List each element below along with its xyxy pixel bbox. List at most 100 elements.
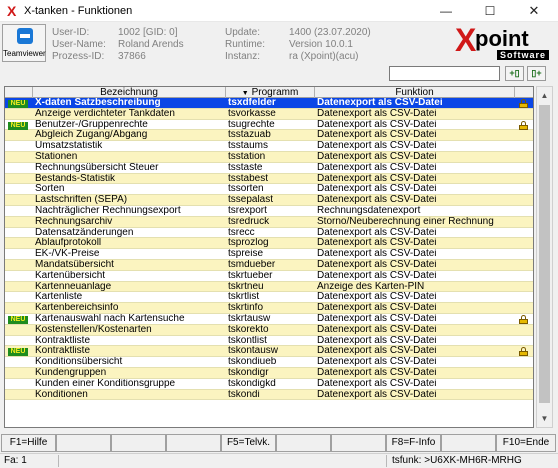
table-row[interactable]: Kartenliste tskrtlist Datenexport als CSV-… [5, 292, 533, 304]
fkey-button-4[interactable] [166, 434, 221, 452]
scroll-up-icon[interactable]: ▲ [537, 87, 552, 104]
fkey-button-10[interactable]: F10=Ende [496, 434, 556, 452]
fkey-button-8[interactable]: F8=F-Info [386, 434, 441, 452]
table-row[interactable]: Kostenstellen/Kostenarten tskorekto Datene… [5, 324, 533, 336]
row-name-cell: Kunden einer Konditionsgruppe [35, 378, 176, 389]
lock-icon [519, 99, 528, 108]
row-function-cell: Datenexport als CSV-Datei [317, 324, 437, 335]
row-function-cell: Datenexport als CSV-Datei [317, 195, 437, 206]
row-program-cell: tskondiueb [228, 357, 277, 368]
table-row[interactable]: EK-/VK-Preise tspreise Datenexport als CSV… [5, 249, 533, 260]
row-function-cell: Datenexport als CSV-Datei [317, 130, 437, 141]
table-row[interactable]: Rechnungsarchiv tsredruck Storno/Neuberech… [5, 216, 533, 228]
table-row[interactable]: Konditionsübersicht tskondiueb Datenexport… [5, 357, 533, 368]
table-row[interactable]: NEU Benutzer-/Gruppenrechte tsugrechte Date… [5, 119, 533, 131]
header-flag[interactable] [5, 87, 33, 98]
row-function-cell: Datenexport als CSV-Datei [317, 173, 437, 184]
row-name-cell: Kartenauswahl nach Kartensuche [35, 313, 185, 324]
scroll-thumb[interactable] [539, 105, 550, 403]
vertical-scrollbar[interactable]: ▲ ▼ [536, 86, 553, 428]
table-row[interactable]: Nachträglicher Rechnungsexport tsrexport R… [5, 205, 533, 217]
row-flag-cell [5, 357, 33, 367]
row-lock-cell [517, 379, 531, 389]
header-programm[interactable]: ▼ Programm [226, 87, 315, 98]
teamviewer-icon [17, 28, 33, 44]
teamviewer-button[interactable]: Teamviewer [2, 24, 46, 62]
add-filter-icon[interactable]: +▯ [505, 66, 524, 81]
new-badge: NEU [8, 121, 28, 130]
table-row[interactable]: Datensatzänderungen tsrecc Datenexport als… [5, 227, 533, 239]
row-flag-cell [5, 282, 33, 292]
table-row[interactable]: Stationen tsstation Datenexport als CSV-Da… [5, 151, 533, 163]
maximize-button[interactable]: ☐ [468, 0, 512, 22]
xpoint-logo: X point Software [455, 23, 551, 61]
table-row[interactable]: Ablaufprotokoll tsprozlog Datenexport als … [5, 238, 533, 250]
table-row[interactable]: Lastschriften (SEPA) tssepalast Datenexpor… [5, 195, 533, 206]
fkey-button-2[interactable] [56, 434, 111, 452]
table-row[interactable]: Mandatsübersicht tsmdueber Datenexport als… [5, 259, 533, 271]
table-row[interactable]: Umsatzstatistik tsstaums Datenexport als C… [5, 141, 533, 152]
row-function-cell: Datenexport als CSV-Datei [317, 238, 437, 249]
row-function-cell: Datenexport als CSV-Datei [317, 270, 437, 281]
row-lock-cell [517, 206, 531, 216]
search-input[interactable] [389, 66, 500, 81]
minimize-button[interactable]: — [424, 0, 468, 22]
row-flag-cell [5, 195, 33, 205]
header-funktion[interactable]: Funktion [315, 87, 515, 98]
row-function-cell: Datenexport als CSV-Datei [317, 108, 437, 119]
row-program-cell: tsrecc [228, 227, 255, 238]
row-name-cell: Abgleich Zugang/Abgang [35, 130, 148, 141]
row-lock-cell [517, 228, 531, 238]
table-row[interactable]: NEU X-daten Satzbeschreibung tsxdfelder Dat… [5, 98, 533, 109]
table-row[interactable]: Rechnungsübersicht Steuer tsstaste Datenex… [5, 162, 533, 174]
row-program-cell: tskrtneu [228, 281, 264, 292]
table-row[interactable]: Bestands-Statistik tsstabest Datenexport a… [5, 173, 533, 185]
sort-down-icon: ▼ [241, 90, 249, 97]
table-row[interactable]: Kunden einer Konditionsgruppe tskondigkd D… [5, 378, 533, 390]
lock-icon [519, 120, 528, 130]
fkey-button-1[interactable]: F1=Hilfe [1, 434, 56, 452]
scroll-down-icon[interactable]: ▼ [537, 410, 552, 427]
row-name-cell: Konditionsübersicht [35, 357, 123, 368]
fkey-button-7[interactable] [331, 434, 386, 452]
table-row[interactable]: NEU Kontraktliste tskontausw Datenexport al… [5, 346, 533, 358]
row-lock-cell [517, 271, 531, 281]
status-divider [58, 455, 59, 467]
fkey-button-6[interactable] [276, 434, 331, 452]
header-bezeichnung[interactable]: Bezeichnung [33, 87, 226, 98]
row-program-cell: tskontlist [228, 335, 267, 346]
fkey-button-5[interactable]: F5=Telvk. [221, 434, 276, 452]
row-program-cell: tsredruck [228, 216, 270, 227]
row-flag-cell [5, 130, 33, 140]
fkey-button-3[interactable] [111, 434, 166, 452]
row-flag-cell [5, 249, 33, 259]
table-row[interactable]: Kartenbereichsinfo tskrtinfo Datenexport a… [5, 303, 533, 314]
row-name-cell: Mandatsübersicht [35, 259, 114, 270]
table-row[interactable]: NEU Kartenauswahl nach Kartensuche tskrtau… [5, 313, 533, 325]
row-lock-cell [517, 109, 531, 119]
row-flag-cell: NEU [5, 120, 33, 130]
table-row[interactable]: Konditionen tskondi Datenexport als CSV-Da… [5, 389, 533, 401]
row-flag-cell [5, 174, 33, 184]
row-lock-cell [517, 120, 531, 130]
table-header: Bezeichnung ▼ Programm Funktion [5, 87, 533, 98]
row-flag-cell [5, 109, 33, 119]
row-lock-cell [517, 98, 531, 108]
table-row[interactable]: Anzeige verdichteter Tankdaten tsvorkasse… [5, 108, 533, 120]
row-program-cell: tspreise [228, 249, 264, 260]
row-function-cell: Datenexport als CSV-Datei [317, 367, 437, 378]
table-row[interactable]: Kartenübersicht tskrtueber Datenexport als… [5, 270, 533, 282]
row-function-cell: Datenexport als CSV-Datei [317, 313, 437, 324]
table-row[interactable]: Kontraktliste tskontlist Datenexport als C… [5, 335, 533, 347]
table-row[interactable]: Kartenneuanlage tskrtneu Anzeige des Karte… [5, 281, 533, 293]
close-button[interactable]: ✕ [512, 0, 556, 22]
add-column-icon[interactable]: ▯+ [527, 66, 546, 81]
fkey-button-9[interactable] [441, 434, 496, 452]
functions-table[interactable]: Bezeichnung ▼ Programm Funktion NEU X-date… [4, 86, 534, 428]
table-row[interactable]: Kundengruppen tskondigr Datenexport als CS… [5, 367, 533, 379]
row-program-cell: tssorten [228, 184, 264, 195]
status-divider [386, 455, 387, 467]
header-lock[interactable] [515, 87, 533, 98]
table-row[interactable]: Abgleich Zugang/Abgang tsstazuab Datenexpo… [5, 130, 533, 142]
table-row[interactable]: Sorten tssorten Datenexport als CSV-Datei [5, 184, 533, 196]
